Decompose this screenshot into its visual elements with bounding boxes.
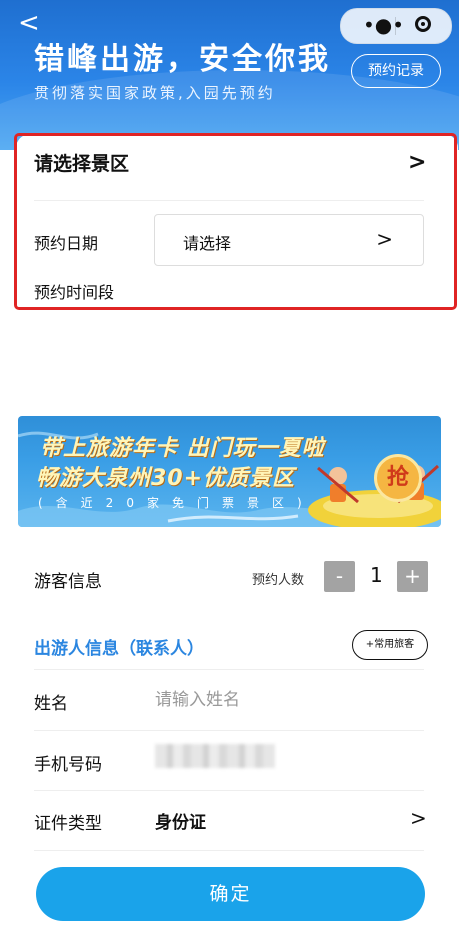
common-travelers-button[interactable]: +常用旅客 (352, 630, 428, 660)
name-label: 姓名 (34, 694, 68, 714)
promo-banner[interactable]: 带上旅游年卡 出门玩一夏啦 畅游大泉州30+优质景区 (含近20家免门票景区) … (18, 416, 441, 527)
divider (34, 730, 424, 731)
phone-label: 手机号码 (34, 755, 102, 775)
id-type-label: 证件类型 (34, 814, 102, 834)
id-type-select[interactable]: 身份证 (155, 808, 206, 833)
grab-badge[interactable]: 抢 (374, 454, 422, 502)
increase-count-button[interactable]: + (397, 561, 428, 592)
mini-program-capsule: •●• (340, 8, 452, 44)
hero-header: < •●• 错峰出游，安全你我 贯彻落实国家政策,入园先预约 预约记录 (0, 0, 459, 150)
divider (34, 790, 424, 791)
phone-input[interactable] (155, 744, 275, 768)
capsule-divider (395, 17, 396, 35)
booking-records-button[interactable]: 预约记录 (351, 54, 441, 88)
divider (34, 850, 424, 851)
back-icon[interactable]: < (18, 10, 40, 36)
banner-headline-1: 带上旅游年卡 出门玩一夏啦 (40, 436, 325, 461)
party-size-value: 1 (370, 563, 383, 587)
hero-title: 错峰出游，安全你我 (34, 42, 331, 77)
confirm-button[interactable]: 确定 (36, 867, 425, 921)
chevron-right-icon[interactable]: > (410, 806, 427, 830)
banner-headline-2: 畅游大泉州30+优质景区 (36, 466, 296, 491)
hero-subtitle: 贯彻落实国家政策,入园先预约 (34, 84, 276, 102)
visitor-info-label: 游客信息 (34, 572, 102, 592)
banner-note: (含近20家免门票景区) (38, 496, 315, 510)
decrease-count-button[interactable]: - (324, 561, 355, 592)
name-input[interactable] (155, 685, 405, 715)
close-mini-program-icon[interactable] (415, 16, 431, 32)
more-icon[interactable]: •●• (363, 13, 404, 37)
highlight-box (14, 133, 457, 310)
party-size-label: 预约人数 (252, 573, 305, 588)
divider (34, 669, 424, 670)
traveler-info-header: 出游人信息（联系人） (34, 639, 204, 659)
